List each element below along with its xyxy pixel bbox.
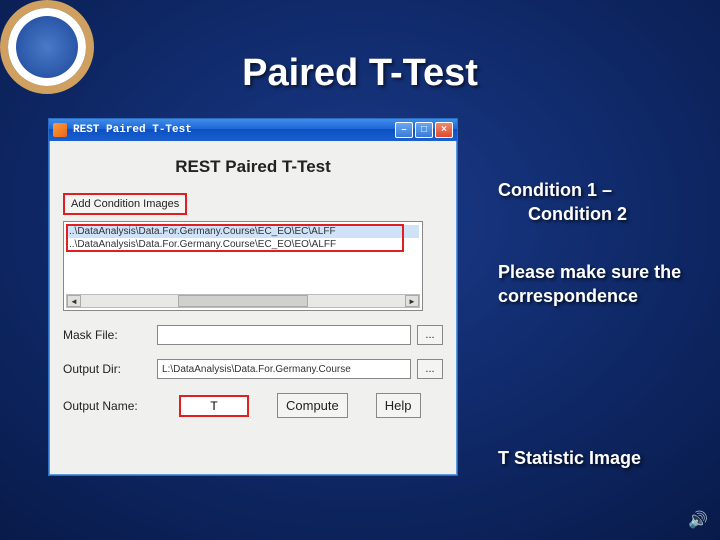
compute-button[interactable]: Compute — [277, 393, 348, 418]
scroll-track[interactable] — [81, 295, 405, 307]
mask-field[interactable] — [157, 325, 411, 345]
mask-browse-button[interactable]: ... — [417, 325, 443, 345]
scroll-right-icon[interactable]: ► — [405, 295, 419, 307]
annotation-line2: Condition 2 — [498, 202, 698, 226]
annotation-correspondence: Please make sure the correspondence — [498, 260, 708, 309]
annotation-condition: Condition 1 – Condition 2 — [498, 178, 698, 227]
output-dir-label: Output Dir: — [63, 362, 151, 376]
output-dir-field[interactable] — [157, 359, 411, 379]
list-item[interactable]: ..\DataAnalysis\Data.For.Germany.Course\… — [67, 238, 419, 251]
bottom-row: Output Name: Compute Help — [63, 393, 443, 418]
minimize-button[interactable]: – — [395, 122, 413, 138]
annotation-line1: Condition 1 – — [498, 180, 612, 200]
window-content: REST Paired T-Test Add Condition Images … — [49, 141, 457, 430]
annotation-tstat: T Statistic Image — [498, 446, 718, 470]
output-name-field[interactable] — [179, 395, 249, 417]
mask-row: Mask File: ... — [63, 325, 443, 345]
panel-header: REST Paired T-Test — [63, 157, 443, 177]
scroll-left-icon[interactable]: ◄ — [67, 295, 81, 307]
rest-window: REST Paired T-Test – □ × REST Paired T-T… — [48, 118, 458, 476]
output-dir-row: Output Dir: ... — [63, 359, 443, 379]
h-scrollbar[interactable]: ◄ ► — [66, 294, 420, 308]
help-button[interactable]: Help — [376, 393, 421, 418]
output-name-label: Output Name: — [63, 399, 151, 413]
maximize-button[interactable]: □ — [415, 122, 433, 138]
output-dir-browse-button[interactable]: ... — [417, 359, 443, 379]
titlebar[interactable]: REST Paired T-Test – □ × — [49, 119, 457, 141]
slide-title: Paired T-Test — [0, 52, 720, 95]
close-button[interactable]: × — [435, 122, 453, 138]
window-title: REST Paired T-Test — [73, 124, 192, 136]
condition-listbox[interactable]: ..\DataAnalysis\Data.For.Germany.Course\… — [63, 221, 423, 311]
mask-label: Mask File: — [63, 328, 151, 342]
sound-icon: 🔊 — [688, 510, 708, 530]
app-icon — [53, 123, 67, 137]
scroll-thumb[interactable] — [178, 295, 308, 307]
list-item[interactable]: ..\DataAnalysis\Data.For.Germany.Course\… — [67, 225, 419, 238]
add-condition-button[interactable]: Add Condition Images — [63, 193, 187, 215]
